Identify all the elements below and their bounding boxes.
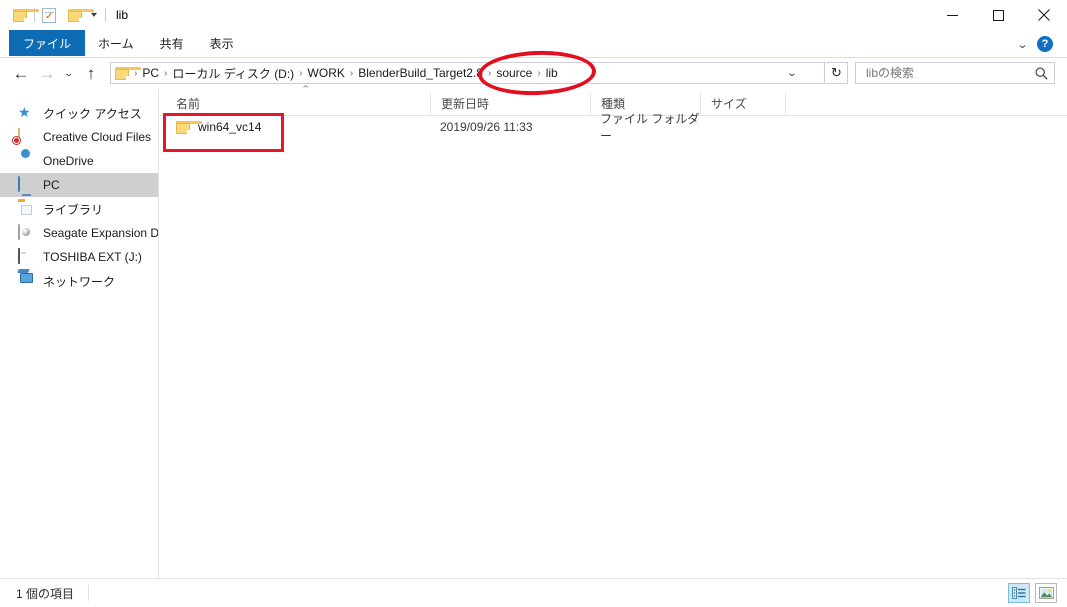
sidebar-item-quick-access[interactable]: ★ クイック アクセス — [0, 101, 158, 125]
title-bar: ✓ ▾ lib — [0, 0, 1067, 30]
breadcrumb-separator: › — [349, 67, 354, 79]
sidebar-item-seagate-expansion[interactable]: Seagate Expansion Dr — [0, 221, 158, 245]
file-date-cell: 2019/09/26 11:33 — [440, 120, 533, 134]
sidebar-item-pc[interactable]: PC — [0, 173, 158, 197]
sidebar-item-label: ライブラリ — [43, 202, 104, 217]
qat-customize-chevron-icon[interactable]: ▾ — [86, 4, 102, 26]
maximize-button[interactable] — [975, 0, 1021, 30]
sidebar-item-onedrive[interactable]: OneDrive — [0, 149, 158, 173]
library-folder-icon — [18, 201, 35, 217]
monitor-icon — [18, 176, 35, 193]
breadcrumb[interactable]: › PC › ローカル ディスク (D:) › WORK › BlenderBu… — [110, 62, 825, 84]
ribbon-right-controls: ⌄ ? — [1016, 30, 1061, 58]
breadcrumb-item-work[interactable]: WORK — [305, 66, 348, 80]
sidebar-item-label: Creative Cloud Files — [43, 130, 152, 144]
table-row[interactable]: win64_vc14 2019/09/26 11:33 ファイル フォルダー — [160, 112, 1067, 143]
window-controls — [929, 0, 1067, 30]
close-button[interactable] — [1021, 0, 1067, 30]
column-header-label: 更新日時 — [441, 97, 490, 111]
search-input[interactable] — [864, 65, 1035, 81]
file-list-pane: 名前 ⌃ 更新日時 種類 サイズ win64_vc14 2019/09/26 1… — [160, 84, 1067, 578]
file-explorer-window: ✓ ▾ lib ファイル ホーム 共有 表示 ⌄ ? ← → ⌄ ↑ › PC … — [0, 0, 1067, 607]
tab-home[interactable]: ホーム — [85, 30, 147, 56]
file-rows: win64_vc14 2019/09/26 11:33 ファイル フォルダー — [160, 112, 1067, 143]
creative-cloud-icon — [13, 128, 35, 145]
navigation-pane: ★ クイック アクセス Creative Cloud Files OneDriv… — [0, 89, 159, 578]
quick-access-toolbar: ✓ ▾ lib — [0, 0, 128, 30]
column-header-spacer — [785, 91, 895, 116]
sidebar-item-label: TOSHIBA EXT (J:) — [43, 250, 142, 264]
breadcrumb-separator: › — [537, 67, 541, 79]
help-icon[interactable]: ? — [1037, 36, 1053, 52]
address-dropdown-chevron-icon[interactable]: ⌄ — [779, 63, 805, 83]
column-header-size[interactable]: サイズ — [700, 91, 785, 116]
details-view-button[interactable] — [1008, 583, 1030, 603]
window-title: lib — [116, 8, 129, 22]
up-button[interactable]: ↑ — [78, 60, 104, 86]
external-drive-icon — [18, 248, 35, 265]
file-size-cell — [700, 116, 785, 138]
refresh-button[interactable]: ↻ — [826, 62, 848, 84]
sidebar-item-toshiba-ext[interactable]: TOSHIBA EXT (J:) — [0, 245, 158, 269]
search-box[interactable] — [855, 62, 1055, 84]
sidebar-item-creative-cloud-files[interactable]: Creative Cloud Files — [0, 125, 158, 149]
file-name-label: win64_vc14 — [198, 120, 262, 134]
disk-drive-icon — [18, 224, 35, 241]
sidebar-item-label: Seagate Expansion Dr — [43, 226, 159, 240]
breadcrumb-item-lib[interactable]: lib — [543, 66, 561, 80]
sidebar-item-label: ネットワーク — [43, 274, 116, 289]
folder-dropdown-icon[interactable] — [64, 4, 94, 26]
sort-ascending-icon: ⌃ — [300, 83, 312, 94]
column-header-label: 名前 — [176, 97, 201, 111]
back-button[interactable]: ← — [8, 60, 34, 86]
properties-icon[interactable]: ✓ — [38, 4, 60, 26]
item-count-label: 1 個の項目 — [16, 586, 75, 601]
ribbon-expand-chevron-icon[interactable]: ⌄ — [1016, 38, 1028, 51]
recent-locations-chevron-icon[interactable]: ⌄ — [60, 60, 78, 86]
cloud-icon — [18, 153, 35, 169]
column-header-date-modified[interactable]: 更新日時 — [430, 91, 590, 116]
tab-file[interactable]: ファイル — [9, 30, 86, 56]
folder-icon — [176, 120, 202, 134]
breadcrumb-separator: › — [134, 67, 138, 79]
qat-divider-2 — [105, 8, 106, 22]
forward-button[interactable]: → — [34, 60, 60, 86]
star-icon: ★ — [18, 104, 31, 120]
tab-share[interactable]: 共有 — [147, 30, 197, 56]
file-type-cell: ファイル フォルダー — [600, 112, 700, 143]
breadcrumb-item-local-disk[interactable]: ローカル ディスク (D:) — [169, 65, 297, 82]
tab-view[interactable]: 表示 — [197, 30, 247, 56]
network-icon — [17, 269, 35, 289]
column-header-label: サイズ — [711, 97, 747, 111]
status-bar: 1 個の項目 — [0, 578, 1067, 607]
minimize-button[interactable] — [929, 0, 975, 30]
new-folder-icon[interactable] — [9, 4, 39, 26]
sidebar-item-library[interactable]: ライブラリ — [0, 197, 158, 221]
column-header-name[interactable]: 名前 ⌃ — [160, 84, 430, 116]
breadcrumb-separator: › — [164, 67, 168, 79]
breadcrumb-separator: › — [299, 67, 303, 79]
status-divider — [88, 585, 90, 601]
search-icon[interactable] — [1035, 67, 1048, 80]
sidebar-item-label: OneDrive — [43, 154, 94, 168]
breadcrumb-item-blenderbuild[interactable]: BlenderBuild_Target2.8 — [355, 66, 486, 80]
breadcrumb-separator: › — [487, 67, 492, 79]
large-icons-view-button[interactable] — [1035, 583, 1057, 603]
sidebar-item-label: PC — [43, 178, 60, 192]
breadcrumb-item-pc[interactable]: PC — [139, 66, 162, 80]
ribbon-tab-bar: ファイル ホーム 共有 表示 ⌄ ? — [0, 30, 1067, 58]
breadcrumb-item-source[interactable]: source — [493, 66, 535, 80]
file-name-cell[interactable]: win64_vc14 — [160, 116, 430, 138]
sidebar-item-network[interactable]: ネットワーク — [0, 269, 158, 293]
breadcrumb-folder-icon — [115, 66, 141, 80]
view-mode-buttons — [1008, 583, 1057, 603]
sidebar-item-label: クイック アクセス — [43, 106, 142, 121]
